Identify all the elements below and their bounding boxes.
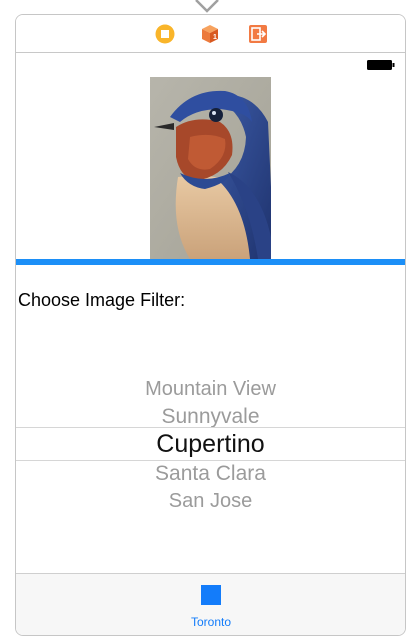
picker-item[interactable]: San Jose (16, 490, 405, 513)
svg-text:1: 1 (213, 34, 217, 41)
picker-item-selected[interactable]: Cupertino (16, 430, 405, 459)
tab-bar: Toronto (16, 573, 405, 635)
exit-icon[interactable] (248, 24, 268, 44)
picker-selection-top-line (16, 427, 405, 428)
tab-toronto[interactable]: Toronto (166, 574, 256, 635)
battery-icon (367, 60, 395, 70)
filter-label: Choose Image Filter: (18, 290, 186, 310)
progress-bar (16, 259, 405, 265)
picker-item[interactable]: Mountain View (16, 378, 405, 401)
entry-arrow-icon (195, 0, 219, 13)
filter-picker[interactable]: Mountain View Sunnyvale Cupertino Santa … (16, 370, 405, 520)
first-responder-icon[interactable]: 1 (200, 24, 220, 44)
picker-item[interactable]: Sunnyvale (16, 405, 405, 429)
bird-image (150, 77, 271, 259)
view-controller-icon[interactable] (155, 24, 175, 44)
storyboard-scene: 1 Choose Image Filter: Mountain View Sun… (15, 14, 406, 636)
scene-dock: 1 (16, 15, 405, 53)
square-icon (201, 585, 221, 605)
picker-item[interactable]: Santa Clara (16, 462, 405, 486)
tab-label: Toronto (190, 615, 232, 629)
picker-selection-bottom-line (16, 460, 405, 461)
